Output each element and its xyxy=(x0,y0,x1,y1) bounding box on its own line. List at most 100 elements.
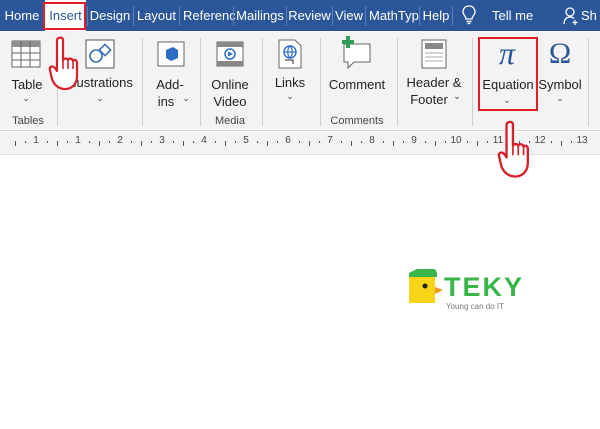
ruler-tick xyxy=(351,141,352,146)
ruler-tick xyxy=(109,141,110,143)
ruler-tick xyxy=(299,141,300,143)
ruler-tick xyxy=(235,141,236,143)
tab-mailings[interactable]: Mailings xyxy=(234,0,286,31)
tab-divider xyxy=(452,6,453,26)
ruler-tick xyxy=(403,141,404,143)
table-button[interactable]: Table xyxy=(6,76,48,93)
tab-help[interactable]: Help xyxy=(420,0,452,31)
pi-icon: π xyxy=(498,35,516,71)
ruler-tick xyxy=(487,141,488,143)
group-separator xyxy=(472,38,473,126)
header-footer-label-2: Footer xyxy=(410,92,448,107)
tab-mathtype[interactable]: MathTyp xyxy=(366,0,421,31)
ruler-tick xyxy=(393,141,394,146)
comment-button[interactable]: Comment xyxy=(324,76,390,93)
header-footer-icon xyxy=(421,39,447,69)
chevron-down-icon: ⌄ xyxy=(182,93,190,103)
chevron-down-icon: ⌄ xyxy=(556,93,564,103)
ruler-number: 10 xyxy=(450,135,462,146)
ruler-tick xyxy=(131,141,132,143)
add-ins-button[interactable]: Add- xyxy=(150,76,190,93)
ruler-tick xyxy=(361,141,362,143)
pointing-hand-icon xyxy=(497,120,529,178)
share-button[interactable]: Sh xyxy=(581,0,600,31)
group-label-comments: Comments xyxy=(330,115,384,127)
ruler-number: 5 xyxy=(243,135,249,146)
ruler-tick xyxy=(141,141,142,146)
ruler-tick xyxy=(425,141,426,143)
group-label-tables: Tables xyxy=(12,115,44,127)
ruler-tick xyxy=(319,141,320,143)
ruler-tick xyxy=(277,141,278,143)
ruler-tick xyxy=(341,141,342,143)
ruler-tick xyxy=(57,141,58,146)
ruler-tick xyxy=(467,141,468,143)
ruler-tick xyxy=(47,141,48,143)
ruler-tick xyxy=(445,141,446,143)
ruler-tick xyxy=(183,141,184,146)
group-separator xyxy=(142,38,143,126)
teky-bird-logo xyxy=(409,269,443,303)
online-video-label-2: Video xyxy=(213,94,247,109)
ruler-tick xyxy=(267,141,268,146)
ruler-tick xyxy=(309,141,310,146)
ruler-number: 7 xyxy=(327,135,333,146)
ruler-tick xyxy=(151,141,152,143)
group-separator xyxy=(262,38,263,126)
ruler-tick xyxy=(173,141,174,143)
online-video-button[interactable]: Online xyxy=(205,76,255,93)
ruler-tick xyxy=(15,141,16,146)
tab-home[interactable]: Home xyxy=(0,0,44,31)
group-separator xyxy=(320,38,321,126)
store-icon xyxy=(157,41,185,67)
group-separator xyxy=(588,38,589,126)
ruler-tick xyxy=(383,141,384,143)
ruler-number: 9 xyxy=(411,135,417,146)
ruler-tick xyxy=(225,141,226,146)
video-icon xyxy=(216,41,244,67)
header-footer-button[interactable]: Header & xyxy=(402,74,466,91)
ruler-number: 4 xyxy=(201,135,207,146)
ruler-tick xyxy=(99,141,100,146)
chevron-down-icon: ⌄ xyxy=(96,93,104,103)
tab-layout[interactable]: Layout xyxy=(134,0,179,31)
group-label-media: Media xyxy=(215,115,245,127)
ruler-tick xyxy=(215,141,216,143)
ruler-number: 3 xyxy=(159,135,165,146)
equation-button[interactable]: Equation xyxy=(479,76,537,93)
chevron-down-icon: ⌄ xyxy=(453,91,461,101)
table-icon xyxy=(11,40,41,68)
tab-design[interactable]: Design xyxy=(88,0,132,31)
tab-view[interactable]: View xyxy=(333,0,365,31)
ruler-number: 1 xyxy=(75,135,81,146)
ruler-tick xyxy=(435,141,436,146)
ruler-tick xyxy=(561,141,562,146)
teky-logo-text: TEKY xyxy=(444,272,525,302)
globe-link-icon xyxy=(278,39,302,69)
pointing-hand-icon xyxy=(48,36,79,91)
symbol-button[interactable]: Symbol xyxy=(536,76,584,93)
tell-me-search[interactable]: Tell me xyxy=(492,0,542,31)
ruler-tick xyxy=(477,141,478,146)
ruler-tick xyxy=(89,141,90,143)
ribbon-tab-bar: Home Insert Design Layout Referenc Maili… xyxy=(0,0,600,31)
ruler-number: 12 xyxy=(534,135,546,146)
lightbulb-icon xyxy=(462,5,476,25)
group-separator xyxy=(397,38,398,126)
tab-review[interactable]: Review xyxy=(287,0,332,31)
ruler-tick xyxy=(193,141,194,143)
ruler-tick xyxy=(25,141,26,143)
ruler-tick xyxy=(551,141,552,143)
omega-icon: Ω xyxy=(548,37,572,70)
ruler-tick xyxy=(257,141,258,143)
ruler-number: 8 xyxy=(369,135,375,146)
shapes-icon xyxy=(85,39,115,69)
chevron-down-icon: ⌄ xyxy=(286,91,294,101)
chevron-down-icon: ⌄ xyxy=(503,95,511,105)
tab-references[interactable]: Referenc xyxy=(180,0,235,31)
tab-insert[interactable]: Insert xyxy=(45,0,86,31)
ruler-number: 13 xyxy=(576,135,588,146)
teky-tagline: Young can do IT xyxy=(446,302,504,311)
links-button[interactable]: Links xyxy=(265,74,315,91)
person-icon xyxy=(563,7,578,25)
